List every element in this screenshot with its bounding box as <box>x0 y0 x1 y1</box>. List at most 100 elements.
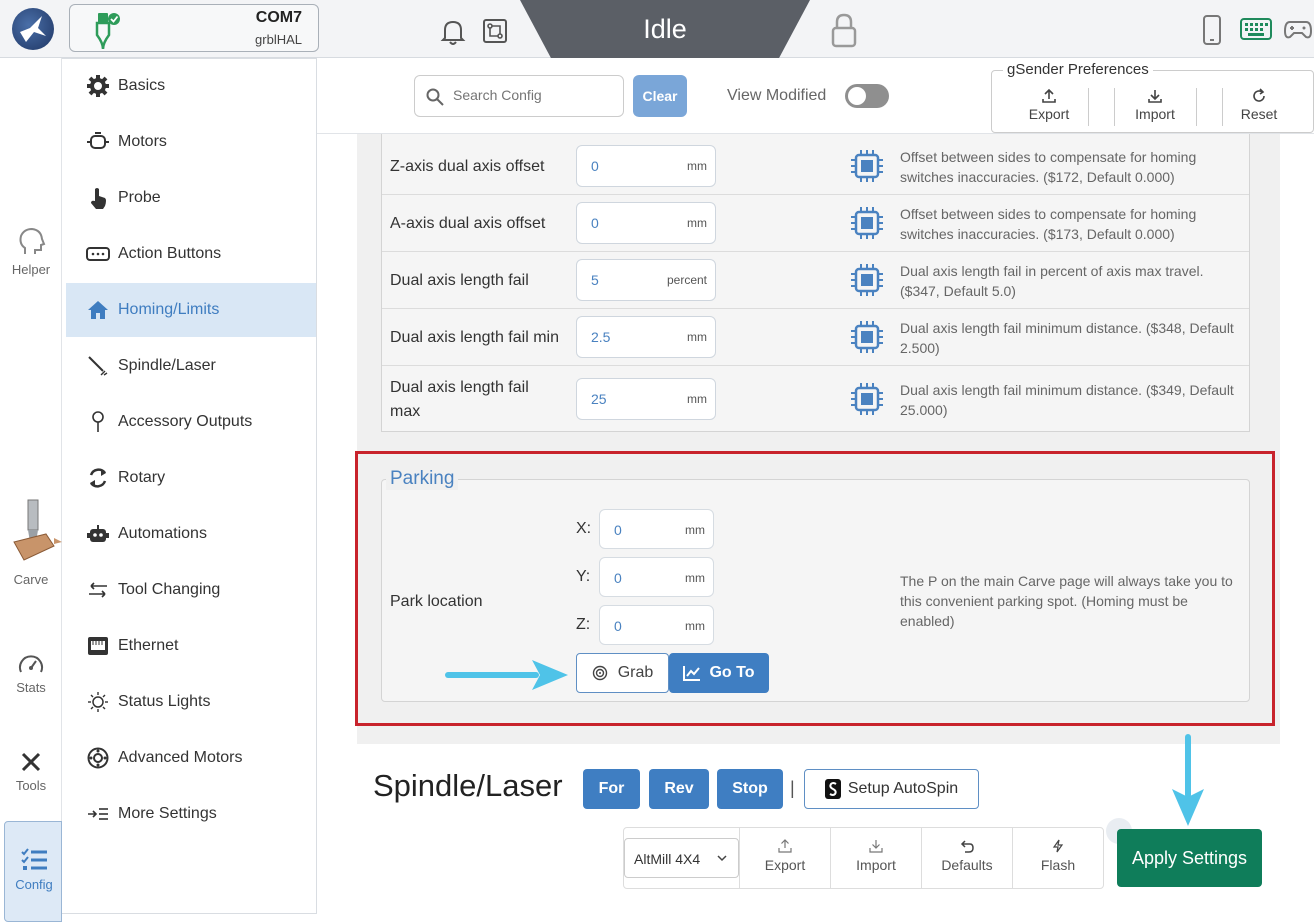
setting-input[interactable]: 5 percent <box>576 259 716 301</box>
setting-value: 0 <box>591 215 599 231</box>
robot-icon <box>86 522 110 546</box>
chevron-down-icon <box>717 855 727 862</box>
spindle-stop-button[interactable]: Stop <box>717 769 783 809</box>
export-label: Export <box>764 857 806 873</box>
preferences-reset-button[interactable]: Reset <box>1219 88 1299 122</box>
action-buttons-icon <box>86 242 110 266</box>
download-icon <box>1148 90 1162 103</box>
lock-icon[interactable] <box>830 12 858 48</box>
spindle-reverse-button[interactable]: Rev <box>649 769 709 809</box>
firmware-chip-icon <box>851 321 883 353</box>
sidebar-item-probe[interactable]: Probe <box>66 171 316 225</box>
rail-carve-label: Carve <box>13 572 49 587</box>
defaults-label: Defaults <box>941 857 993 873</box>
rail-carve[interactable]: Carve <box>0 498 62 587</box>
config-list-icon <box>21 848 47 870</box>
setting-input[interactable]: 0 mm <box>576 145 716 187</box>
rail-config[interactable]: Config <box>4 821 62 922</box>
flash-firmware-button[interactable]: Flash <box>1012 827 1103 889</box>
callout-arrow-down-icon <box>1172 734 1204 826</box>
sidebar-item-automations[interactable]: Automations <box>66 507 316 561</box>
preferences-import-label: Import <box>1135 106 1175 122</box>
setting-input[interactable]: 2.5 mm <box>576 316 716 358</box>
setting-input[interactable]: 25 mm <box>576 378 716 420</box>
setting-description: Dual axis length fail minimum distance. … <box>900 320 1234 356</box>
view-modified-label: View Modified <box>727 87 827 104</box>
advanced-motor-icon <box>86 746 110 770</box>
button-separator: | <box>790 778 795 798</box>
rail-tools[interactable]: Tools <box>0 750 62 793</box>
motor-icon <box>86 130 110 154</box>
machine-profile-select[interactable]: AltMill 4X4 <box>624 838 739 878</box>
sidebar-item-spindle-laser[interactable]: Spindle/Laser <box>66 339 316 393</box>
view-modified-toggle[interactable] <box>845 84 889 108</box>
download-icon <box>869 840 883 853</box>
apply-settings-button[interactable]: Apply Settings <box>1117 829 1262 887</box>
config-sidebar: Basics Motors Probe Action Buttons Homin… <box>62 58 317 914</box>
sidebar-item-label: Motors <box>118 133 167 150</box>
setting-label: Dual axis length fail <box>390 272 529 289</box>
sidebar-item-tool-changing[interactable]: Tool Changing <box>66 563 316 617</box>
setting-description: Offset between sides to compensate for h… <box>900 149 1197 185</box>
import-settings-button[interactable]: Import <box>830 827 921 889</box>
circuit-board-icon[interactable] <box>481 17 509 45</box>
machine-status-text: Idle <box>643 14 687 44</box>
upload-icon <box>1042 88 1056 103</box>
restore-defaults-button[interactable]: Defaults <box>921 827 1012 889</box>
spindle-forward-button[interactable]: For <box>583 769 640 809</box>
rail-helper[interactable]: Helper <box>0 226 62 277</box>
rail-tools-label: Tools <box>15 778 47 793</box>
export-settings-button[interactable]: Export <box>739 827 830 889</box>
gamepad-icon[interactable] <box>1284 19 1312 41</box>
sidebar-item-action-buttons[interactable]: Action Buttons <box>66 227 316 281</box>
sidebar-item-ethernet[interactable]: Ethernet <box>66 619 316 673</box>
setting-value: 5 <box>591 272 599 288</box>
swap-icon <box>86 578 110 602</box>
preferences-import-button[interactable]: Import <box>1115 88 1195 122</box>
list-arrow-icon <box>86 802 110 826</box>
sidebar-item-motors[interactable]: Motors <box>66 115 316 169</box>
sidebar-item-basics[interactable]: Basics <box>66 59 316 113</box>
setting-input[interactable]: 0 mm <box>576 202 716 244</box>
setting-row: Dual axis length fail 5 percent Dual axi… <box>382 252 1249 309</box>
setting-label: Z-axis dual axis offset <box>390 158 545 175</box>
app-logo <box>12 8 54 50</box>
phone-icon[interactable] <box>1200 15 1226 45</box>
sidebar-item-label: Action Buttons <box>118 245 222 262</box>
setting-description: Dual axis length fail in percent of axis… <box>900 263 1204 299</box>
probe-hand-icon <box>86 186 110 210</box>
autospin-logo-icon <box>824 779 841 799</box>
clear-search-button[interactable]: Clear <box>633 75 687 117</box>
sidebar-item-rotary[interactable]: Rotary <box>66 451 316 505</box>
setup-autospin-button[interactable]: Setup AutoSpin <box>804 769 979 809</box>
bell-icon[interactable] <box>440 18 466 46</box>
connection-button[interactable]: COM7 grblHAL <box>69 4 319 52</box>
preferences-export-button[interactable]: Export <box>1009 88 1089 122</box>
search-box[interactable] <box>414 75 624 117</box>
sidebar-item-accessory-outputs[interactable]: Accessory Outputs <box>66 395 316 449</box>
setting-unit: mm <box>687 216 707 230</box>
rail-helper-label: Helper <box>11 262 51 277</box>
firmware-chip-icon <box>851 383 883 415</box>
setting-description: Dual axis length fail minimum distance. … <box>900 382 1234 418</box>
sidebar-item-advanced-motors[interactable]: Advanced Motors <box>66 731 316 785</box>
search-input[interactable] <box>453 87 613 103</box>
sidebar-item-label: Basics <box>118 77 166 94</box>
setting-row: Dual axis length fail min 2.5 mm Dual ax… <box>382 309 1249 366</box>
helper-head-icon <box>19 227 46 254</box>
rail-config-label: Config <box>15 877 53 892</box>
connection-port: COM7 <box>255 9 302 26</box>
keyboard-icon[interactable] <box>1240 18 1272 40</box>
setting-unit: mm <box>687 330 707 344</box>
sidebar-item-label: Status Lights <box>118 693 211 710</box>
sidebar-item-homing-limits[interactable]: Homing/Limits <box>66 283 316 337</box>
firmware-chip-icon <box>851 207 883 239</box>
sidebar-item-more-settings[interactable]: More Settings <box>66 787 316 841</box>
sidebar-item-label: Rotary <box>118 469 166 486</box>
sidebar-item-status-lights[interactable]: Status Lights <box>66 675 316 729</box>
tools-icon <box>21 752 41 772</box>
rail-stats[interactable]: Stats <box>0 652 62 695</box>
autospin-label: Setup AutoSpin <box>847 780 959 797</box>
carve-endmill-icon <box>13 499 62 561</box>
setting-label: A-axis dual axis offset <box>390 215 546 232</box>
